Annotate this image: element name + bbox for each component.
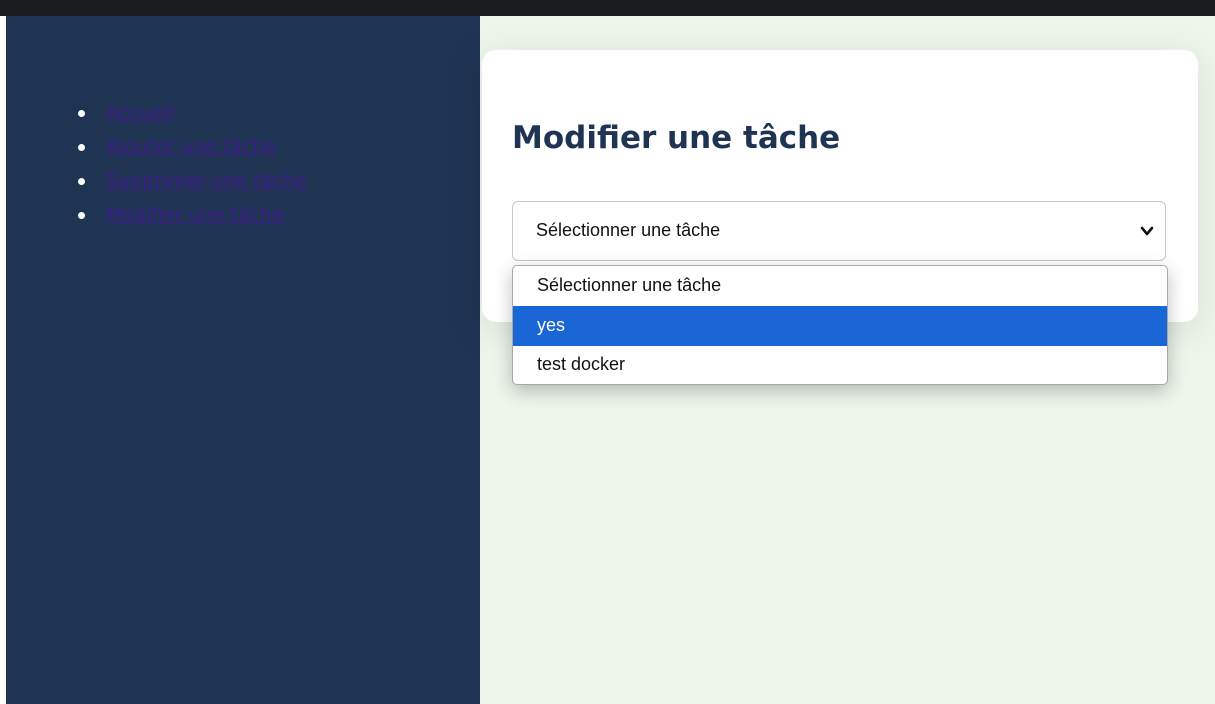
bullet-icon xyxy=(78,144,85,151)
nav-link-supprimer[interactable]: Supprimer une tâche xyxy=(106,166,306,196)
task-select[interactable]: Sélectionner une tâche xyxy=(512,201,1166,261)
top-bar xyxy=(0,0,1215,16)
nav-link-accueil[interactable]: Accueil xyxy=(106,98,174,128)
bullet-icon xyxy=(78,110,85,117)
bullet-icon xyxy=(78,178,85,185)
nav-link-modifier[interactable]: Modifier une tâche xyxy=(106,200,284,230)
nav-link-ajouter[interactable]: Ajouter une tâche xyxy=(106,132,276,162)
task-select-dropdown: Sélectionner une tâche yes test docker xyxy=(512,265,1168,385)
page-title: Modifier une tâche xyxy=(512,120,841,156)
task-select-value: Sélectionner une tâche xyxy=(536,220,721,240)
main-content: Modifier une tâche Sélectionner une tâch… xyxy=(480,16,1215,704)
task-option[interactable]: Sélectionner une tâche xyxy=(513,266,1167,306)
task-option-highlighted[interactable]: yes xyxy=(513,306,1167,346)
bullet-icon xyxy=(78,212,85,219)
chevron-down-icon xyxy=(1140,226,1154,236)
sidebar: Accueil Ajouter une tâche Supprimer une … xyxy=(6,16,480,704)
task-option[interactable]: test docker xyxy=(513,345,1167,384)
